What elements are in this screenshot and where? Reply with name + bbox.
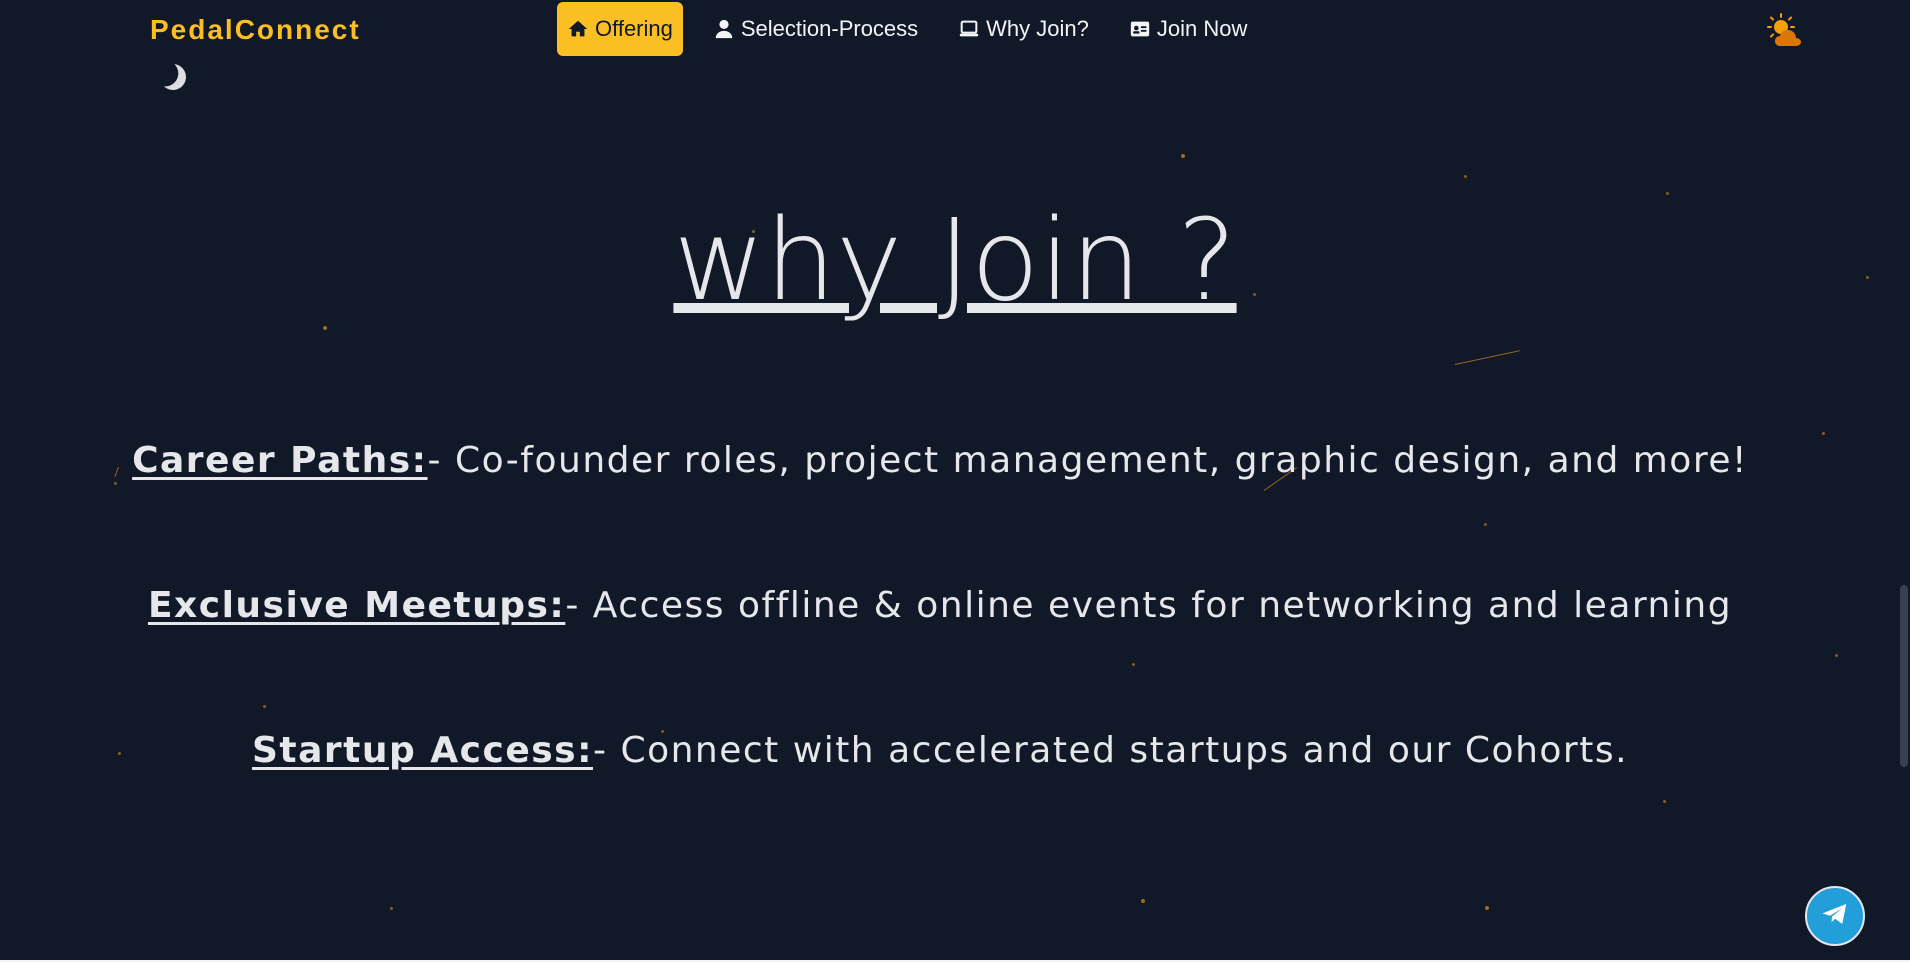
nav-item-label: Why Join? <box>986 16 1089 41</box>
theme-toggle[interactable] <box>1766 12 1808 52</box>
page: PedalConnect Offering Selection-Process … <box>0 0 1910 962</box>
sun-cloud-icon <box>1766 13 1808 56</box>
nav-item-label: Selection-Process <box>740 16 919 41</box>
nav-item-why-join[interactable]: Why Join? <box>948 2 1099 56</box>
laptop-icon <box>958 18 980 40</box>
nav-item-label: Join Now <box>1156 16 1248 41</box>
nav-item-join-now[interactable]: Join Now <box>1119 2 1257 56</box>
home-icon <box>567 18 589 40</box>
nav-item-label: Offering <box>595 16 673 41</box>
nav-item-offering[interactable]: Offering <box>557 2 683 56</box>
brand-logo-text[interactable]: PedalConnect <box>150 14 361 46</box>
moon-icon <box>156 60 189 93</box>
feature-term: Exclusive Meetups: <box>147 585 566 626</box>
telegram-button[interactable] <box>1805 886 1865 946</box>
id-card-icon <box>1129 18 1151 40</box>
feature-career-paths: Career Paths:- Co-founder roles, project… <box>0 440 1880 481</box>
feature-exclusive-meetups: Exclusive Meetups:- Access offline & onl… <box>0 585 1880 626</box>
user-icon <box>713 18 735 40</box>
section-title: why Join ? <box>673 196 1237 326</box>
nav-item-selection-process[interactable]: Selection-Process <box>703 2 928 56</box>
scrollbar[interactable] <box>1898 0 1910 960</box>
feature-text: - Access offline & online events for net… <box>565 585 1733 626</box>
main-nav: Offering Selection-Process Why Join? Joi… <box>557 2 1257 56</box>
feature-term: Career Paths: <box>132 440 428 481</box>
feature-text: - Connect with accelerated startups and … <box>593 730 1629 771</box>
scrollbar-thumb[interactable] <box>1900 585 1908 767</box>
feature-startup-access: Startup Access:- Connect with accelerate… <box>0 730 1880 771</box>
telegram-icon <box>1820 899 1850 933</box>
feature-text: - Co-founder roles, project management, … <box>427 440 1748 481</box>
feature-term: Startup Access: <box>251 730 594 771</box>
